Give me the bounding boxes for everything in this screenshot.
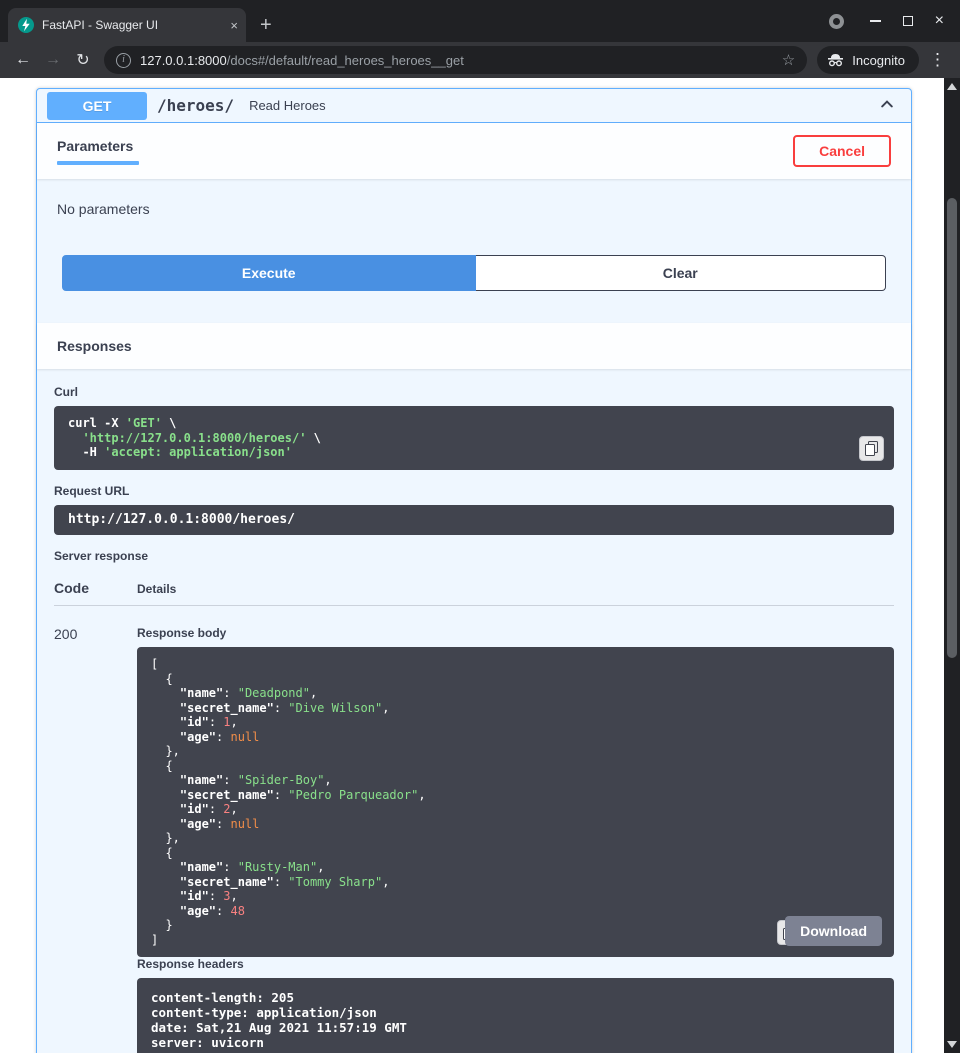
swagger-page: GET /heroes/ Read Heroes Parameters Canc… — [0, 78, 944, 1053]
server-response-label: Server response — [54, 549, 894, 563]
scrollbar-down-arrow-icon[interactable] — [947, 1041, 957, 1048]
status-code: 200 — [54, 626, 137, 1053]
execute-button[interactable]: Execute — [62, 255, 476, 291]
endpoint-summary: Read Heroes — [249, 98, 326, 113]
parameters-tab: Parameters — [57, 138, 139, 165]
scrollbar-up-arrow-icon[interactable] — [947, 83, 957, 90]
browser-status-icon[interactable] — [829, 14, 844, 29]
opblock-get-heroes: GET /heroes/ Read Heroes Parameters Canc… — [36, 88, 912, 1053]
maximize-button[interactable] — [903, 16, 913, 26]
window-close-button[interactable]: × — [935, 13, 944, 29]
tab-title: FastAPI - Swagger UI — [42, 18, 222, 32]
responses-header: Responses — [37, 323, 911, 369]
browser-menu-icon[interactable]: ⋮ — [929, 50, 946, 70]
copy-curl-button[interactable] — [859, 436, 884, 461]
no-parameters-text: No parameters — [57, 201, 891, 217]
tab-strip: FastAPI - Swagger UI × + × — [0, 0, 960, 42]
http-method-badge: GET — [47, 92, 147, 120]
execute-row: Execute Clear — [37, 227, 911, 323]
curl-label: Curl — [54, 385, 894, 399]
response-body-block: [ { "name": "Deadpond", "secret_name": "… — [137, 647, 894, 957]
browser-tab[interactable]: FastAPI - Swagger UI × — [8, 8, 246, 42]
browser-window: FastAPI - Swagger UI × + × ← → ↻ i 127.0… — [0, 0, 960, 78]
opblock-summary[interactable]: GET /heroes/ Read Heroes — [37, 89, 911, 123]
response-details-cell: Response body [ { "name": "Deadpond", "s… — [137, 626, 894, 1053]
incognito-label: Incognito — [852, 53, 905, 68]
incognito-badge: Incognito — [817, 46, 919, 74]
curl-block: curl -X 'GET' \ 'http://127.0.0.1:8000/h… — [54, 406, 894, 470]
responses-body: Curl curl -X 'GET' \ 'http://127.0.0.1:8… — [37, 369, 911, 1053]
details-column-header: Details — [137, 582, 176, 596]
download-button[interactable]: Download — [785, 916, 882, 946]
response-row: 200 Response body [ { "name": "Deadpond"… — [54, 606, 894, 1053]
active-tab-underline — [57, 161, 139, 165]
response-headers-block: content-length: 205 content-type: applic… — [137, 978, 894, 1053]
parameters-body: No parameters — [37, 179, 911, 227]
cancel-button[interactable]: Cancel — [793, 135, 891, 167]
browser-toolbar: ← → ↻ i 127.0.0.1:8000/docs#/default/rea… — [0, 42, 960, 78]
parameters-title: Parameters — [57, 138, 139, 154]
response-body-label: Response body — [137, 626, 894, 640]
request-url-block: http://127.0.0.1:8000/heroes/ — [54, 505, 894, 536]
response-headers: content-length: 205 content-type: applic… — [151, 990, 880, 1050]
minimize-button[interactable] — [870, 20, 881, 22]
code-column-header: Code — [54, 580, 137, 596]
clear-button[interactable]: Clear — [476, 255, 887, 291]
response-headers-label: Response headers — [137, 957, 894, 971]
page-scrollbar[interactable] — [944, 78, 960, 1053]
response-json: [ { "name": "Deadpond", "secret_name": "… — [151, 657, 880, 947]
incognito-icon — [827, 53, 844, 67]
new-tab-button[interactable]: + — [260, 15, 272, 35]
site-info-icon[interactable]: i — [116, 53, 131, 68]
forward-button[interactable]: → — [38, 51, 68, 69]
responses-title: Responses — [57, 338, 132, 354]
back-button[interactable]: ← — [8, 51, 38, 69]
url-path: /docs#/default/read_heroes_heroes__get — [227, 53, 464, 68]
collapse-chevron-icon[interactable] — [879, 96, 895, 115]
bookmark-star-icon[interactable]: ☆ — [782, 51, 795, 69]
parameters-header: Parameters Cancel — [37, 123, 911, 179]
fastapi-favicon-icon — [18, 17, 34, 33]
tab-close-icon[interactable]: × — [230, 18, 238, 33]
scrollbar-thumb[interactable] — [947, 198, 957, 658]
response-table-header: Code Details — [54, 570, 894, 606]
request-url-label: Request URL — [54, 484, 894, 498]
curl-code: curl -X 'GET' \ 'http://127.0.0.1:8000/h… — [68, 416, 880, 460]
url-host: 127.0.0.1:8000 — [140, 53, 227, 68]
reload-button[interactable]: ↻ — [68, 50, 98, 70]
window-controls: × — [829, 0, 960, 42]
url-bar[interactable]: i 127.0.0.1:8000/docs#/default/read_hero… — [104, 46, 807, 74]
endpoint-path: /heroes/ — [157, 96, 234, 115]
request-url-value: http://127.0.0.1:8000/heroes/ — [68, 513, 880, 528]
